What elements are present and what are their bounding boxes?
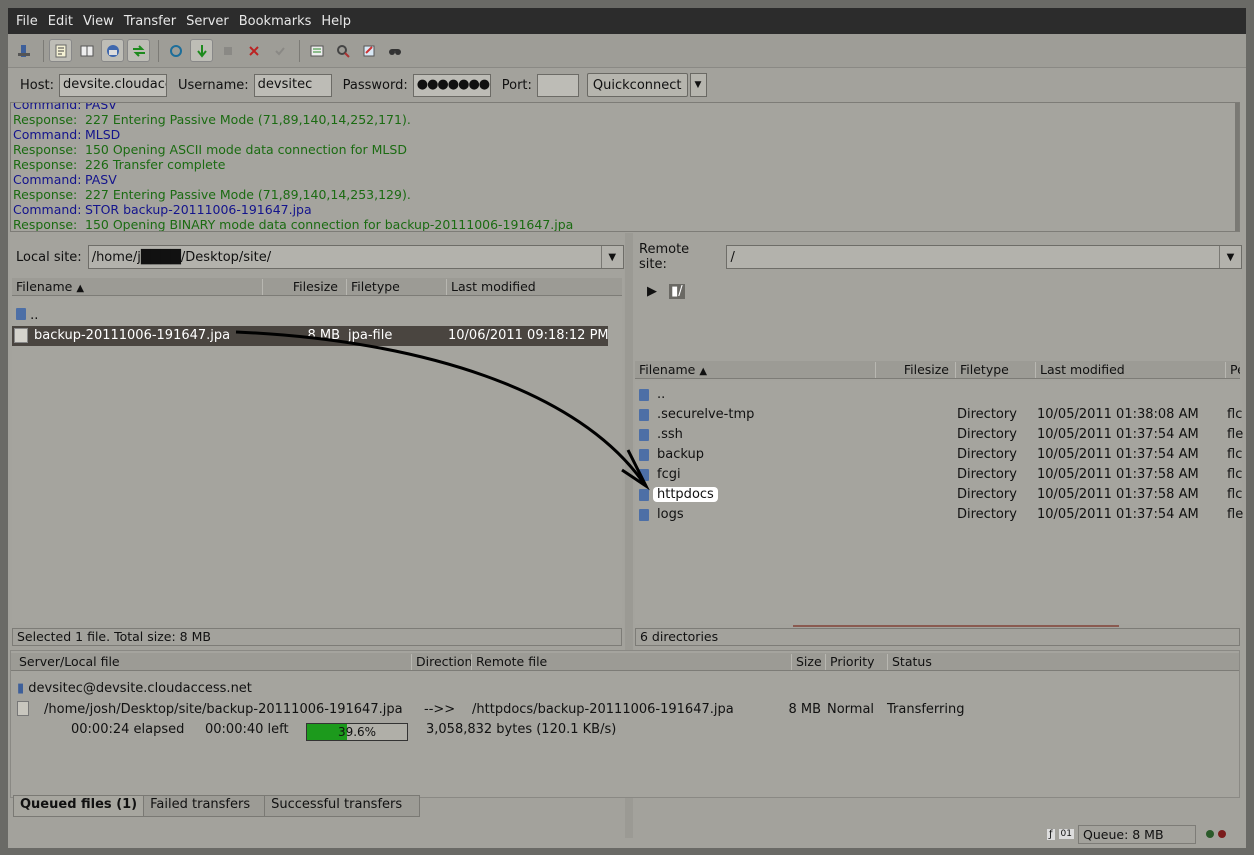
drag-arrow-annotation <box>235 330 650 491</box>
